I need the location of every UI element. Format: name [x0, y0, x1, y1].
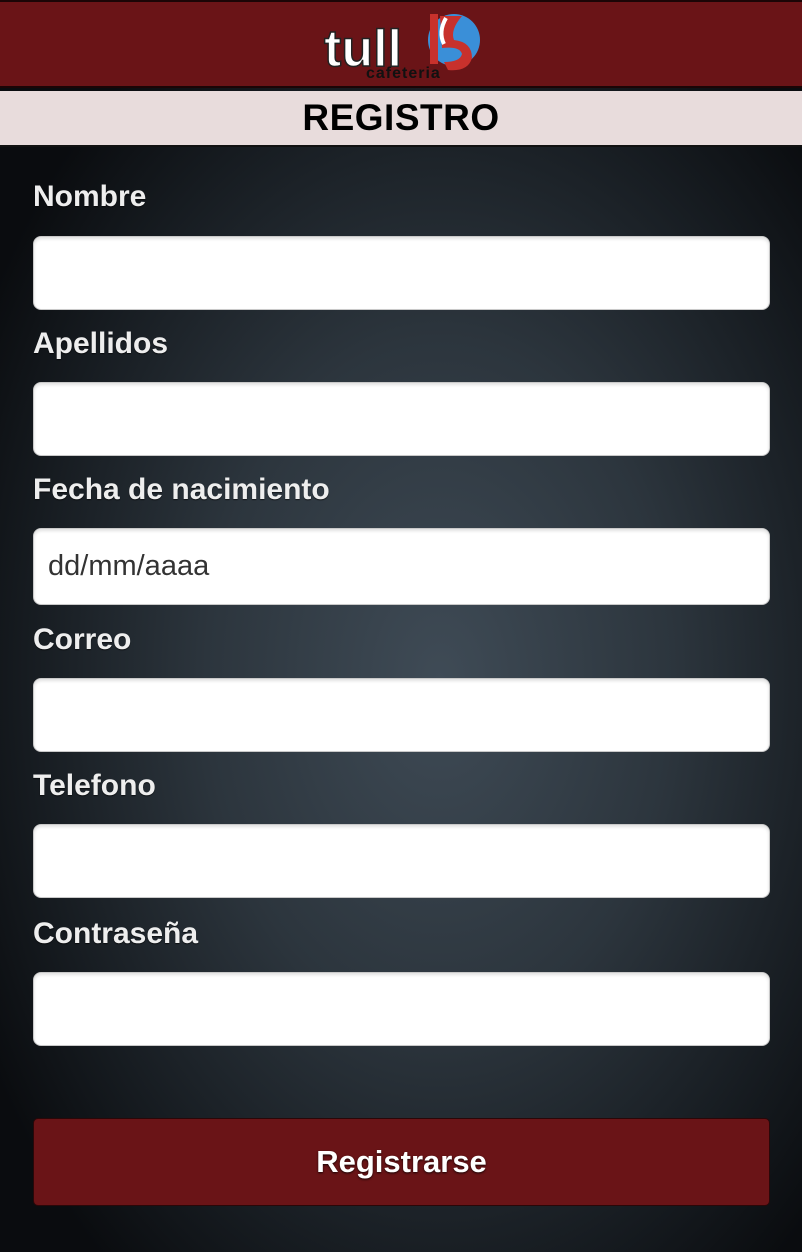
nombre-label: Nombre	[33, 180, 147, 213]
registrarse-button[interactable]: Registrarse	[33, 1118, 770, 1206]
top-header-bar: tull cafeteria	[0, 0, 802, 88]
apellidos-label: Apellidos	[33, 327, 169, 360]
telefono-input[interactable]	[33, 824, 770, 898]
apellidos-input[interactable]	[33, 382, 770, 456]
logo-emblem-icon	[428, 14, 480, 71]
logo-subtext: cafeteria	[366, 65, 441, 82]
fecha-nacimiento-label: Fecha de nacimiento	[33, 473, 330, 506]
contrasena-input[interactable]	[33, 972, 770, 1046]
nombre-input[interactable]	[33, 236, 770, 310]
correo-input[interactable]	[33, 678, 770, 752]
page-title: REGISTRO	[302, 97, 500, 138]
correo-label: Correo	[33, 623, 132, 656]
telefono-label: Telefono	[33, 769, 156, 802]
page-title-bar: REGISTRO	[0, 91, 802, 147]
tull-cafeteria-logo[interactable]: tull cafeteria	[322, 10, 482, 82]
fecha-nacimiento-input[interactable]	[33, 528, 770, 605]
contrasena-label: Contraseña	[33, 917, 199, 950]
